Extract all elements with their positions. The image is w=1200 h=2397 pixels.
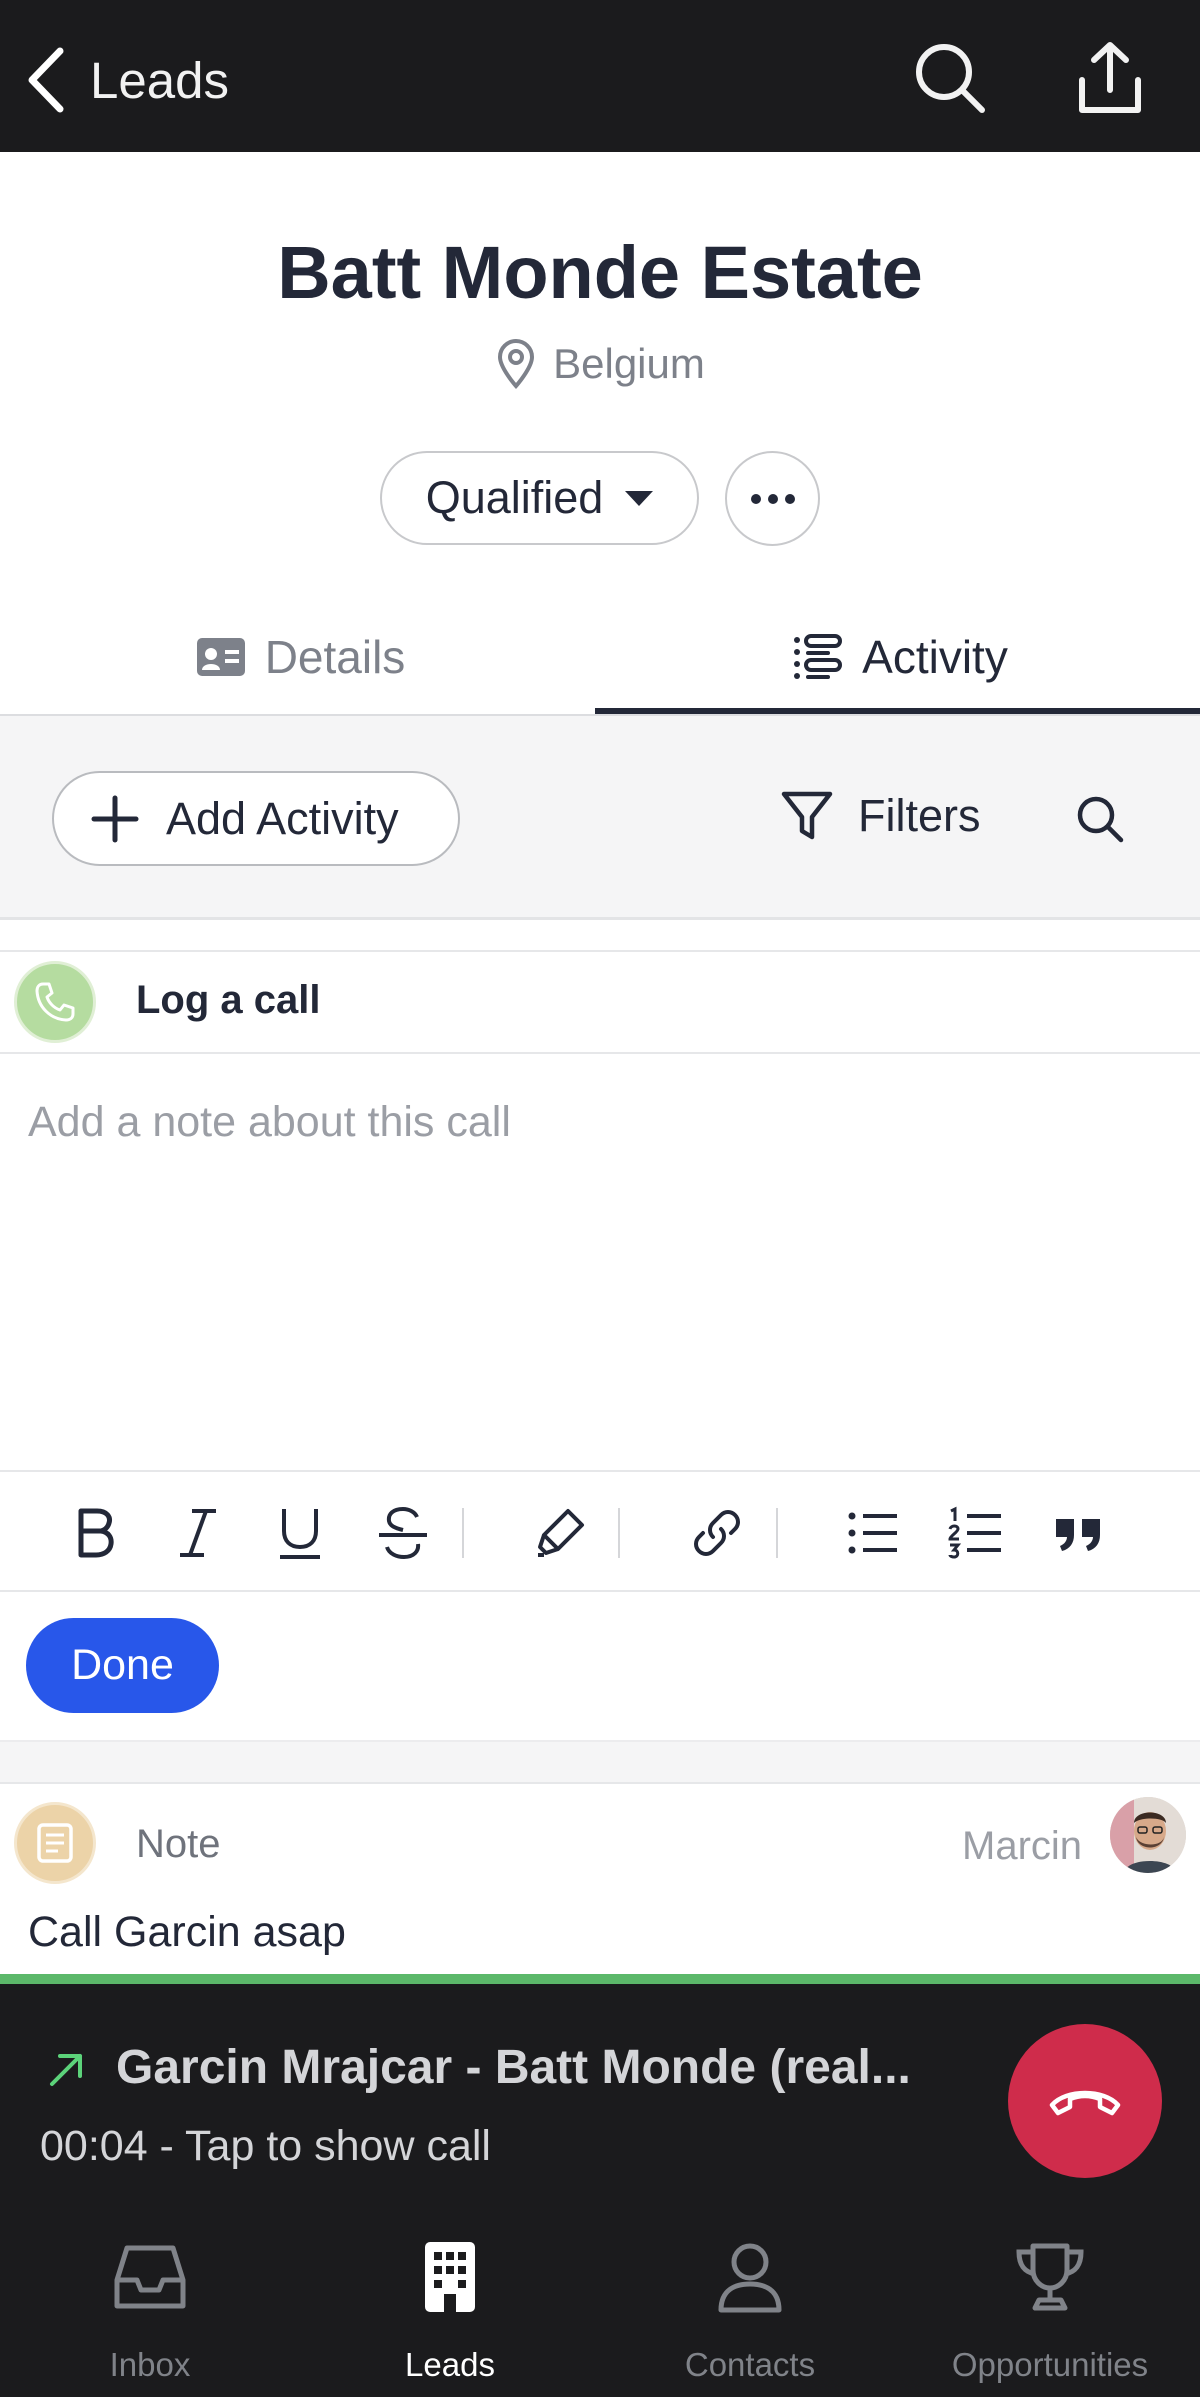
phone-icon: [35, 982, 75, 1022]
filters-button[interactable]: Filters: [780, 789, 981, 843]
building-icon: [425, 2242, 475, 2312]
tab-activity[interactable]: Activity: [600, 598, 1200, 716]
done-button[interactable]: Done: [26, 1618, 219, 1713]
toolbar-divider: [462, 1508, 464, 1558]
underline-button[interactable]: [270, 1503, 330, 1563]
bottom-nav: Inbox Leads Contacts Opportunities: [0, 2198, 1200, 2397]
location-label: Belgium: [553, 340, 705, 387]
italic-icon: [180, 1509, 216, 1557]
map-pin-icon: [498, 339, 535, 390]
call-note-input[interactable]: Add a note about this call: [28, 1098, 511, 1147]
nav-contacts[interactable]: Contacts: [600, 2198, 900, 2397]
more-horizontal-icon: [750, 493, 795, 504]
tab-bar: Details Activity: [0, 598, 1200, 716]
top-bar: Leads: [0, 0, 1200, 152]
note-author: Marcin: [962, 1824, 1083, 1868]
user-photo-icon: [1110, 1797, 1186, 1873]
activity-toolbar: Add Activity Filters: [0, 716, 1200, 920]
hang-up-icon: [1049, 2090, 1121, 2116]
activity-item-note[interactable]: Note Marcin Call Garcin asap: [0, 1784, 1200, 1974]
share-button[interactable]: [1072, 40, 1148, 116]
nav-leads[interactable]: Leads: [300, 2198, 600, 2397]
formatting-toolbar: [0, 1470, 1200, 1592]
tab-details-label: Details: [264, 631, 406, 683]
nav-contacts-label: Contacts: [684, 2346, 816, 2383]
activity-list-icon: [794, 634, 843, 679]
search-icon: [916, 44, 985, 113]
bulleted-list-icon: [848, 1512, 897, 1554]
note-text: Call Garcin asap: [28, 1908, 346, 1956]
note-icon: [37, 1823, 73, 1863]
quote-icon: [1056, 1519, 1100, 1551]
log-call-title: Log a call: [136, 978, 321, 1022]
log-call-header: Log a call: [0, 950, 1200, 1054]
strikethrough-icon: [379, 1506, 427, 1560]
filters-label: Filters: [858, 790, 981, 841]
author-avatar: [1110, 1797, 1186, 1873]
plus-icon: [91, 795, 139, 842]
numbered-list-button[interactable]: [945, 1503, 1005, 1563]
nav-leads-label: Leads: [405, 2346, 495, 2383]
caret-down-icon: [625, 490, 654, 506]
status-dropdown[interactable]: Qualified: [380, 451, 699, 545]
quote-button[interactable]: [1048, 1503, 1108, 1563]
nav-opportunities-label: Opportunities: [951, 2346, 1149, 2383]
back-label: Leads: [90, 51, 229, 109]
nav-inbox[interactable]: Inbox: [0, 2198, 300, 2397]
chevron-left-icon: [28, 47, 64, 113]
lead-name: Batt Monde Estate: [277, 231, 923, 314]
call-status: 00:04 - Tap to show call: [40, 2122, 491, 2170]
toolbar-divider: [618, 1508, 620, 1558]
nav-inbox-label: Inbox: [109, 2346, 191, 2383]
nav-opportunities[interactable]: Opportunities: [900, 2198, 1200, 2397]
note-type-label: Note: [136, 1822, 221, 1866]
outgoing-call-icon: [46, 2050, 86, 2090]
inbox-icon: [114, 2245, 186, 2309]
status-label: Qualified: [425, 472, 604, 523]
search-button[interactable]: [912, 40, 988, 116]
more-options-button[interactable]: [725, 451, 820, 546]
note-avatar: [14, 1802, 96, 1884]
toolbar-divider: [776, 1508, 778, 1558]
strikethrough-button[interactable]: [373, 1503, 433, 1563]
search-icon: [1077, 796, 1124, 843]
highlight-button[interactable]: [530, 1503, 590, 1563]
hang-up-button[interactable]: [1008, 2024, 1162, 2178]
section-separator: [0, 1740, 1200, 1784]
numbered-list-icon: [948, 1506, 1001, 1559]
trophy-icon: [1016, 2243, 1084, 2311]
call-title: Garcin Mrajcar - Batt Monde (real...: [116, 2041, 911, 2094]
underline-icon: [280, 1509, 320, 1559]
tab-activity-label: Activity: [862, 631, 1008, 683]
highlighter-icon: [538, 1509, 584, 1557]
bold-button[interactable]: [65, 1503, 125, 1563]
add-activity-button[interactable]: Add Activity: [52, 771, 460, 866]
active-tab-indicator: [595, 708, 1200, 714]
italic-button[interactable]: [168, 1503, 228, 1563]
filter-icon: [781, 791, 833, 840]
share-icon: [1079, 42, 1141, 113]
contact-card-icon: [196, 638, 245, 676]
back-button[interactable]: Leads: [22, 40, 229, 120]
add-activity-label: Add Activity: [166, 792, 399, 844]
link-button[interactable]: [687, 1503, 747, 1563]
lead-location: Belgium: [0, 338, 1200, 390]
bulleted-list-button[interactable]: [843, 1503, 903, 1563]
activity-search-button[interactable]: [1075, 794, 1125, 844]
phone-avatar: [14, 961, 96, 1043]
link-icon: [694, 1510, 740, 1556]
person-icon: [718, 2243, 782, 2313]
tab-details[interactable]: Details: [0, 598, 600, 716]
bold-icon: [78, 1508, 114, 1558]
